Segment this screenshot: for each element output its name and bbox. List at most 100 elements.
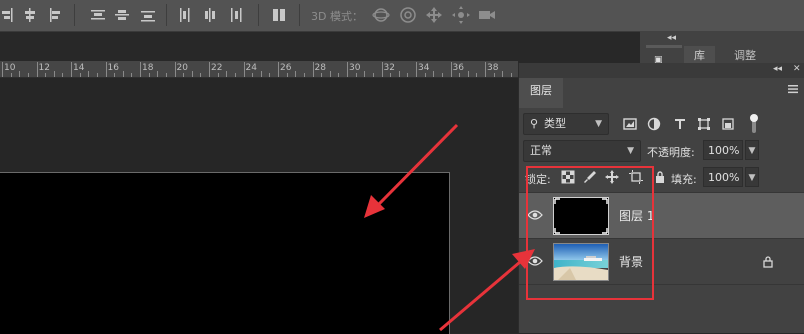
3d-roll-icon[interactable] (398, 5, 418, 25)
ruler-minor-tick (252, 73, 254, 77)
fill-input[interactable]: 100% (703, 167, 743, 187)
ruler-tick (278, 62, 279, 77)
ruler-minor-tick (88, 71, 90, 77)
3d-mode-label: 3D 模式： (311, 10, 363, 23)
shape-layer-filter-icon[interactable] (697, 117, 711, 131)
ruler-minor-tick (433, 71, 435, 77)
3d-orbit-icon[interactable] (371, 5, 391, 25)
ruler-minor-tick (260, 71, 262, 77)
toolbar-divider (166, 4, 167, 26)
ruler-tick (243, 62, 245, 77)
collapse-panel-icon[interactable]: ◂◂ (773, 64, 782, 74)
ruler-minor-tick (329, 71, 331, 77)
adjustment-layer-filter-icon[interactable] (647, 117, 661, 131)
ruler-minor-tick (165, 73, 167, 77)
document-canvas[interactable] (0, 172, 450, 334)
blend-mode-dropdown[interactable]: 正常 ▼ (523, 140, 641, 162)
ruler-label: 24 (245, 63, 257, 73)
layer-filter-dropdown[interactable]: ⚲ 类型 ▼ (523, 113, 609, 135)
ruler-tick (381, 62, 383, 77)
ruler-tick (209, 62, 210, 77)
collapse-panel-icon[interactable]: ◂◂ (667, 33, 676, 43)
ruler-minor-tick (131, 73, 133, 77)
highlight-box (526, 166, 654, 300)
fill-label: 填充: (671, 173, 697, 186)
panel-menu-icon[interactable] (787, 83, 799, 95)
lock-all-icon[interactable] (653, 170, 667, 184)
close-panel-icon[interactable]: ✕ (793, 64, 801, 74)
ruler-label: 36 (452, 63, 464, 73)
ruler-minor-tick (390, 73, 392, 77)
ruler-label: 30 (349, 63, 361, 73)
ruler-minor-tick (183, 73, 185, 77)
type-layer-filter-icon[interactable] (673, 117, 687, 131)
ruler-minor-tick (441, 73, 443, 77)
distribute-bottom-icon[interactable] (138, 5, 158, 25)
distribute-right-icon[interactable] (226, 5, 246, 25)
ruler-label: 34 (418, 63, 430, 73)
ruler-label: 28 (314, 63, 326, 73)
ruler-label: 12 (38, 63, 50, 73)
ruler-minor-tick (217, 73, 219, 77)
ruler-minor-tick (10, 73, 12, 77)
ruler-tick (105, 62, 107, 77)
ruler-minor-tick (79, 73, 81, 77)
ruler-minor-tick (476, 73, 478, 77)
smart-object-filter-icon[interactable] (721, 117, 735, 131)
ruler-minor-tick (200, 73, 202, 77)
layer-filter-buttons (623, 114, 763, 133)
ruler-tick (36, 62, 38, 77)
ruler-minor-tick (459, 73, 461, 77)
opacity-chevron-icon[interactable]: ▼ (745, 140, 759, 160)
ruler-minor-tick (53, 71, 55, 77)
distribute-top-icon[interactable] (88, 5, 108, 25)
3d-scale-camera-icon[interactable] (477, 5, 497, 25)
align-horizontal-centers-icon[interactable] (20, 5, 40, 25)
pixel-layer-filter-icon[interactable] (623, 117, 637, 131)
ruler-label: 16 (107, 63, 119, 73)
ruler-minor-tick (493, 73, 495, 77)
3d-pan-icon[interactable] (424, 5, 444, 25)
filter-type-label: 类型 (544, 117, 566, 130)
toolbar-divider (299, 4, 300, 26)
ruler-minor-tick (467, 71, 469, 77)
options-bar: 3D 模式： (0, 0, 804, 32)
tab-layers[interactable]: 图层 (519, 78, 563, 108)
opacity-input[interactable]: 100% (703, 140, 743, 160)
auto-align-icon[interactable] (269, 5, 289, 25)
ruler-minor-tick (19, 71, 21, 77)
ruler-minor-tick (372, 73, 374, 77)
chevron-down-icon: ▼ (595, 119, 602, 129)
search-icon: ⚲ (530, 117, 539, 130)
ruler-minor-tick (122, 71, 124, 77)
align-left-edges-icon[interactable] (43, 5, 63, 25)
ruler-minor-tick (398, 71, 400, 77)
ruler-minor-tick (114, 73, 116, 77)
panel-top-strip (519, 63, 804, 78)
ruler-tick (312, 62, 314, 77)
chevron-down-icon: ▼ (627, 146, 634, 156)
3d-slide-icon[interactable] (451, 5, 471, 25)
distribute-vertical-centers-icon[interactable] (112, 5, 132, 25)
fill-chevron-icon[interactable]: ▼ (745, 167, 759, 187)
ruler-label: 20 (176, 63, 188, 73)
lock-icon (763, 256, 773, 268)
ruler-minor-tick (295, 71, 297, 77)
ruler-tick (174, 62, 176, 77)
distribute-horizontal-centers-icon[interactable] (200, 5, 220, 25)
align-right-edges-icon[interactable] (0, 5, 20, 25)
ruler-minor-tick (303, 73, 305, 77)
ruler-label: 14 (73, 63, 85, 73)
ruler-tick (2, 62, 3, 77)
dock-grip[interactable] (646, 45, 682, 48)
distribute-left-icon[interactable] (175, 5, 195, 25)
mini-panel-header: ◂◂ ▣ 库 调整 (640, 31, 804, 65)
ruler-minor-tick (355, 73, 357, 77)
ruler-minor-tick (234, 73, 236, 77)
ruler-tick (416, 62, 417, 77)
ruler-tick (450, 62, 452, 77)
ruler-minor-tick (148, 73, 150, 77)
horizontal-ruler[interactable]: 10 12 14 16 18 20 22 24 26 28 30 32 34 36 38 (0, 61, 518, 78)
filter-toggle-switch[interactable] (749, 113, 759, 135)
ruler-label: 10 (4, 63, 16, 73)
